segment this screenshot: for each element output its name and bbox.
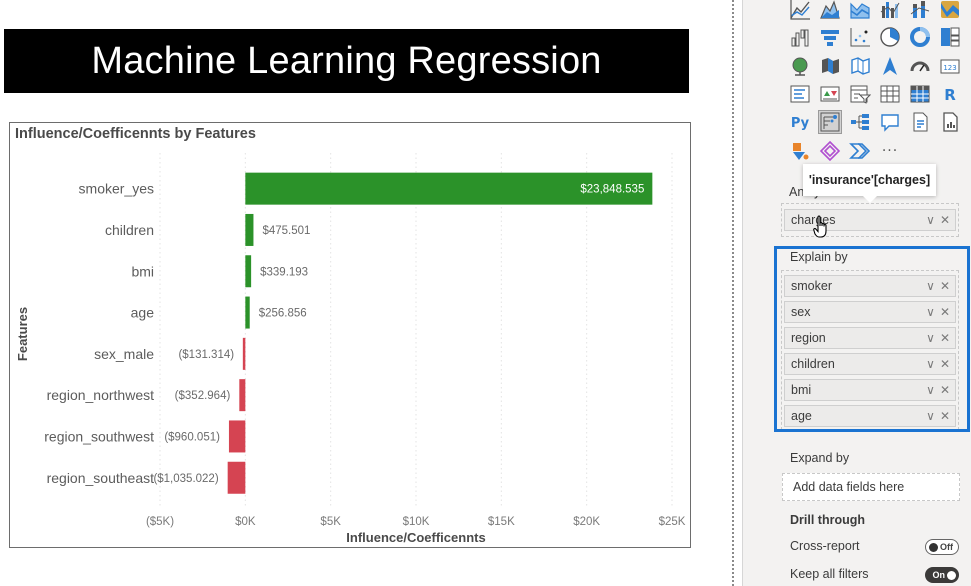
analyze-field-charges[interactable]: charges ∨ ✕ <box>784 209 956 231</box>
azure-map-icon[interactable] <box>878 54 902 78</box>
x-tick-label: $25K <box>659 516 686 528</box>
kpi-icon[interactable] <box>818 82 842 106</box>
category-label: region_northwest <box>47 387 155 403</box>
expand-by-well[interactable]: Add data fields here <box>782 473 960 501</box>
toggle-state: On <box>932 570 946 580</box>
toggle-state: Off <box>940 542 953 552</box>
bar-sex_male[interactable] <box>242 337 246 370</box>
x-tick-label: ($5K) <box>146 516 174 528</box>
data-label: $23,848.535 <box>580 184 644 196</box>
x-axis-title: Influence/Coefficennts <box>346 530 485 545</box>
data-label: ($352.964) <box>175 390 231 402</box>
line-clustered-column-chart-icon[interactable] <box>878 0 902 21</box>
category-label: children <box>105 222 154 238</box>
category-label: smoker_yes <box>79 181 154 197</box>
keep-all-filters-label: Keep all filters <box>790 567 869 581</box>
canvas-boundary <box>732 0 734 586</box>
category-label: sex_male <box>94 346 154 362</box>
bar-region_southwest[interactable] <box>228 420 246 453</box>
smart-narrative-icon[interactable] <box>908 110 932 134</box>
cross-report-label: Cross-report <box>790 539 860 553</box>
bar-chart-visual[interactable]: Influence/Coefficennts by Features ($5K)… <box>9 122 691 548</box>
toggle-knob <box>947 570 956 580</box>
power-automate-icon[interactable] <box>818 139 842 163</box>
slicer-icon[interactable] <box>848 82 872 106</box>
data-label: ($131.314) <box>178 349 234 361</box>
card-icon[interactable]: 123 <box>938 54 962 78</box>
funnel-chart-icon[interactable] <box>818 25 842 49</box>
field-tooltip: 'insurance'[charges] <box>803 164 936 196</box>
data-label: ($960.051) <box>164 431 220 443</box>
close-icon[interactable]: ✕ <box>940 213 950 227</box>
more-visuals-icon[interactable]: ··· <box>878 139 902 163</box>
bar-region_southeast[interactable] <box>227 461 246 494</box>
x-tick-label: $5K <box>320 516 341 528</box>
field-name: charges <box>791 213 836 227</box>
category-label: region_southwest <box>44 428 154 444</box>
svg-text:R: R <box>944 86 956 104</box>
qa-visual-icon[interactable] <box>878 110 902 134</box>
report-canvas: Machine Learning Regression Influence/Co… <box>0 0 971 586</box>
power-automate-flow-icon[interactable] <box>848 139 872 163</box>
tooltip-arrow <box>862 195 878 203</box>
y-axis-title: Features <box>15 307 30 361</box>
gauge-icon[interactable] <box>908 54 932 78</box>
x-tick-label: $20K <box>573 516 600 528</box>
line-chart-icon[interactable] <box>788 0 812 21</box>
python-visual-icon[interactable]: Py <box>788 110 812 134</box>
bar-children[interactable] <box>245 213 254 246</box>
r-visual-icon[interactable]: R <box>938 82 962 106</box>
explain-by-highlight-box <box>774 246 970 432</box>
line-stacked-column-chart-icon[interactable] <box>908 0 932 21</box>
title-banner: Machine Learning Regression <box>4 29 689 93</box>
report-title: Machine Learning Regression <box>91 39 602 82</box>
toggle-knob <box>929 542 938 552</box>
stacked-area-chart-icon[interactable] <box>848 0 872 21</box>
drill-through-label: Drill through <box>790 513 865 527</box>
table-icon[interactable] <box>878 82 902 106</box>
expand-by-label: Expand by <box>790 451 850 465</box>
bar-age[interactable] <box>245 296 250 329</box>
data-label: ($1,035.022) <box>153 473 218 485</box>
scatter-chart-icon[interactable] <box>848 25 872 49</box>
data-label: $256.856 <box>259 308 307 320</box>
area-chart-icon[interactable] <box>818 0 842 21</box>
data-label: $475.501 <box>262 225 310 237</box>
keep-all-filters-toggle[interactable]: On <box>925 567 959 583</box>
data-label: $339.193 <box>260 266 308 278</box>
ribbon-chart-icon[interactable] <box>938 0 962 21</box>
svg-text:Py: Py <box>791 116 810 131</box>
paginated-report-icon[interactable] <box>938 110 962 134</box>
category-label: region_southeast <box>47 470 155 486</box>
hand-cursor-icon <box>813 215 827 238</box>
bar-region_northwest[interactable] <box>239 379 246 412</box>
more-glyph: ··· <box>881 143 899 159</box>
waterfall-chart-icon[interactable] <box>788 25 812 49</box>
power-apps-icon[interactable] <box>788 139 812 163</box>
category-label: age <box>131 305 155 321</box>
matrix-icon[interactable] <box>908 82 932 106</box>
x-tick-label: $10K <box>403 516 430 528</box>
donut-chart-icon[interactable] <box>908 25 932 49</box>
chart-svg: ($5K) $0K $5K $10K $15K $20K $25K smoker_yes $23… <box>15 153 686 545</box>
treemap-icon[interactable] <box>938 25 962 49</box>
pie-chart-icon[interactable] <box>878 25 902 49</box>
svg-text:123: 123 <box>943 64 956 72</box>
category-label: bmi <box>131 263 154 279</box>
decomposition-tree-icon[interactable] <box>848 110 872 134</box>
shape-map-icon[interactable] <box>848 54 872 78</box>
cross-report-toggle[interactable]: Off <box>925 539 959 555</box>
chevron-down-icon[interactable]: ∨ <box>926 213 935 227</box>
multi-row-card-icon[interactable] <box>788 82 812 106</box>
key-influencers-icon[interactable] <box>818 110 842 134</box>
bar-bmi[interactable] <box>245 255 252 288</box>
x-tick-label: $0K <box>235 516 256 528</box>
map-icon[interactable] <box>788 54 812 78</box>
filled-map-icon[interactable] <box>818 54 842 78</box>
x-tick-label: $15K <box>488 516 515 528</box>
